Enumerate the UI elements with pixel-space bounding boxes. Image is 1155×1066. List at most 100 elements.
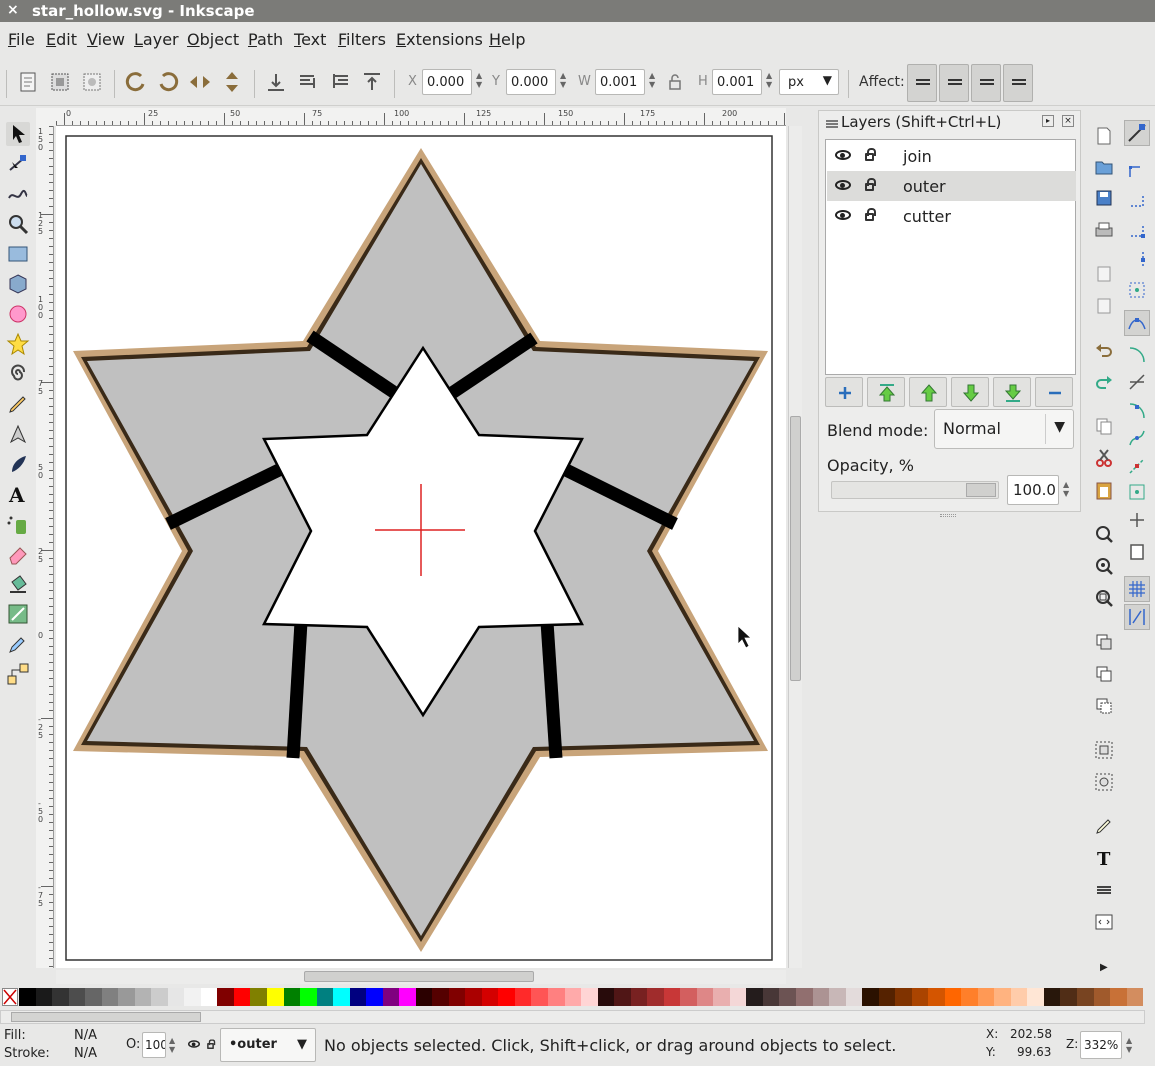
color-swatch[interactable] (531, 988, 548, 1006)
color-swatch[interactable] (548, 988, 565, 1006)
ellipse-tool-icon[interactable] (6, 302, 30, 326)
zoom-page-icon[interactable] (1094, 588, 1114, 608)
unit-select[interactable]: px ▼ (779, 69, 839, 95)
select-all-icon[interactable] (16, 70, 40, 94)
canvas-horizontal-scrollbar[interactable] (56, 970, 786, 984)
color-swatch[interactable] (729, 988, 747, 1006)
open-document-icon[interactable] (1094, 156, 1114, 176)
rectangle-tool-icon[interactable] (6, 242, 30, 266)
rotate-cw-icon[interactable] (156, 70, 180, 94)
color-swatch[interactable] (1027, 988, 1044, 1006)
snap-line-midpoints-icon[interactable] (1127, 456, 1147, 476)
color-swatch[interactable] (630, 988, 648, 1006)
color-swatch[interactable] (498, 988, 515, 1006)
export-icon[interactable] (1094, 296, 1114, 316)
lock-ratio-icon[interactable] (668, 74, 682, 90)
no-paint-swatch[interactable] (2, 988, 18, 1006)
lower-layer-to-bottom-button[interactable] (993, 377, 1031, 407)
snap-grid-button[interactable] (1124, 576, 1150, 602)
dropper-tool-icon[interactable] (6, 632, 30, 656)
affect-patterns-toggle[interactable] (1003, 64, 1033, 102)
visibility-eye-icon[interactable] (835, 150, 851, 160)
color-swatch[interactable] (465, 988, 482, 1006)
color-swatch[interactable] (1043, 988, 1061, 1006)
canvas-vertical-scrollbar[interactable] (788, 126, 802, 968)
horizontal-ruler[interactable]: 0 25 50 75 100 125 150 175 200 (56, 108, 786, 126)
color-swatch[interactable] (895, 988, 912, 1006)
selector-tool-icon[interactable] (6, 122, 30, 146)
color-swatch[interactable] (1110, 988, 1127, 1006)
raise-layer-to-top-button[interactable] (867, 377, 905, 407)
color-swatch[interactable] (911, 988, 929, 1006)
save-document-icon[interactable] (1094, 188, 1114, 208)
layer-row-cutter[interactable]: cutter (827, 201, 1076, 231)
affect-rounded-corners-toggle[interactable] (939, 64, 969, 102)
vscroll-thumb[interactable] (790, 416, 801, 681)
connector-tool-icon[interactable] (6, 662, 30, 686)
status-opacity-spin[interactable]: ▲ ▼ (169, 1036, 175, 1054)
menu-file[interactable]: File (8, 30, 35, 49)
color-swatch[interactable] (878, 988, 896, 1006)
zoom-tool-icon[interactable] (6, 212, 30, 236)
layer-row-join[interactable]: join (827, 141, 1076, 171)
deselect-icon[interactable] (80, 70, 104, 94)
h-spin[interactable]: ▲ ▼ (766, 71, 772, 89)
pencil-tool-icon[interactable] (6, 392, 30, 416)
color-swatch[interactable] (829, 988, 846, 1006)
y-field[interactable]: 0.000 (506, 69, 556, 95)
layer-row-outer[interactable]: outer (827, 171, 1076, 201)
zoom-selection-icon[interactable] (1094, 524, 1114, 544)
snap-guides-button[interactable] (1124, 604, 1150, 630)
snap-toggle-button[interactable] (1124, 120, 1150, 146)
status-opacity-field[interactable]: 100 (142, 1032, 166, 1058)
lock-icon[interactable] (865, 208, 876, 221)
color-swatch[interactable] (300, 988, 317, 1006)
menu-filters[interactable]: Filters (338, 30, 386, 49)
color-swatch[interactable] (1093, 988, 1111, 1006)
group-icon[interactable] (1094, 740, 1114, 760)
eraser-tool-icon[interactable] (6, 542, 30, 566)
new-document-icon[interactable] (1094, 126, 1114, 146)
color-swatch[interactable] (779, 988, 796, 1006)
color-swatch[interactable] (101, 988, 119, 1006)
color-swatch[interactable] (481, 988, 499, 1006)
color-swatch[interactable] (977, 988, 995, 1006)
color-swatch[interactable] (118, 988, 135, 1006)
opacity-field[interactable]: 100.0 (1007, 475, 1059, 505)
color-swatch[interactable] (680, 988, 697, 1006)
color-swatch[interactable] (862, 988, 879, 1006)
color-swatch[interactable] (647, 988, 664, 1006)
color-swatch[interactable] (184, 988, 201, 1006)
palette-scroll-thumb[interactable] (11, 1012, 201, 1022)
paste-icon[interactable] (1094, 480, 1114, 500)
color-swatch[interactable] (696, 988, 714, 1006)
flip-horizontal-icon[interactable] (188, 70, 212, 94)
color-swatch[interactable] (85, 988, 102, 1006)
star-tool-icon[interactable] (6, 332, 30, 356)
ungroup-icon[interactable] (1094, 772, 1114, 792)
undo-icon[interactable] (1094, 340, 1114, 360)
color-swatch[interactable] (845, 988, 863, 1006)
raise-layer-button[interactable] (909, 377, 947, 407)
color-swatch[interactable] (944, 988, 962, 1006)
color-swatch[interactable] (1126, 988, 1144, 1006)
color-swatch[interactable] (762, 988, 780, 1006)
paint-bucket-tool-icon[interactable] (6, 572, 30, 596)
opacity-slider-knob[interactable] (966, 483, 996, 497)
xml-editor-icon[interactable] (1094, 912, 1114, 932)
snap-page-border-icon[interactable] (1127, 542, 1147, 562)
color-swatch[interactable] (961, 988, 978, 1006)
rotate-ccw-icon[interactable] (124, 70, 148, 94)
text-tool-icon[interactable]: A (6, 482, 30, 506)
color-swatch[interactable] (333, 988, 350, 1006)
color-swatch[interactable] (382, 988, 400, 1006)
x-spin[interactable]: ▲ ▼ (476, 71, 482, 89)
snap-rotation-center-icon[interactable] (1127, 510, 1147, 530)
spiral-tool-icon[interactable] (6, 362, 30, 386)
color-swatch[interactable] (200, 988, 218, 1006)
color-swatch[interactable] (614, 988, 631, 1006)
color-swatch[interactable] (52, 988, 69, 1006)
color-swatch[interactable] (448, 988, 466, 1006)
color-swatch[interactable] (250, 988, 267, 1006)
opacity-spin[interactable]: ▲ ▼ (1063, 480, 1069, 498)
